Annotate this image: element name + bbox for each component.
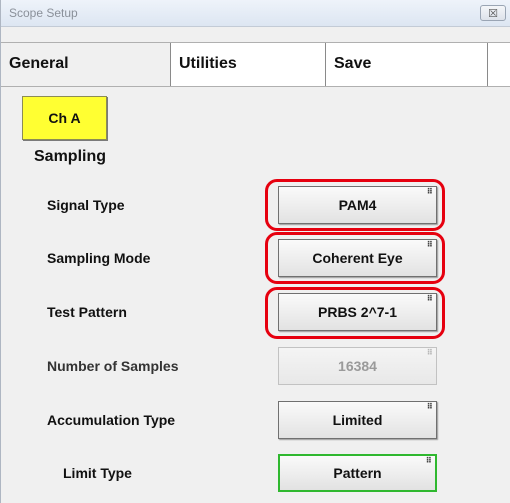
sampling-section-title: Sampling (34, 148, 107, 165)
accumulation-type-value: Limited (332, 412, 383, 428)
test-pattern-label: Test Pattern (47, 304, 127, 320)
limit-type-button[interactable]: Pattern ⠿ (278, 454, 437, 492)
grip-icon: ⠿ (426, 402, 433, 411)
grip-icon: ⠿ (426, 187, 433, 196)
close-button[interactable]: ☒ (480, 5, 506, 21)
signal-type-value: PAM4 (338, 197, 377, 213)
channel-a-button[interactable]: Ch A (22, 96, 107, 140)
window-title: Scope Setup (9, 6, 78, 20)
tab-bar: General Utilities Save (1, 42, 510, 87)
limit-type-label: Limit Type (63, 465, 132, 481)
signal-type-button[interactable]: PAM4 ⠿ (278, 186, 437, 224)
accumulation-type-button[interactable]: Limited ⠿ (278, 401, 437, 439)
limit-type-value: Pattern (333, 465, 382, 481)
accumulation-type-label: Accumulation Type (47, 412, 176, 428)
tab-utilities[interactable]: Utilities (171, 43, 326, 86)
test-pattern-button[interactable]: PRBS 2^7-1 ⠿ (278, 293, 437, 331)
test-pattern-value: PRBS 2^7-1 (318, 304, 397, 320)
tab-general[interactable]: General (1, 43, 171, 86)
title-bar[interactable]: Scope Setup ☒ (1, 0, 510, 27)
signal-type-label: Signal Type (47, 197, 125, 213)
grip-icon: ⠿ (426, 294, 433, 303)
sampling-mode-button[interactable]: Coherent Eye ⠿ (278, 239, 437, 277)
grip-icon: ⠿ (426, 240, 433, 249)
scope-setup-window: Scope Setup ☒ General Utilities Save Ch … (0, 0, 510, 503)
tab-empty (488, 43, 510, 86)
number-of-samples-label: Number of Samples (47, 358, 179, 374)
grip-icon: ⠿ (426, 348, 433, 357)
tab-save[interactable]: Save (326, 43, 488, 86)
sampling-mode-value: Coherent Eye (312, 250, 403, 266)
close-icon: ☒ (488, 6, 498, 20)
sampling-mode-label: Sampling Mode (47, 250, 151, 266)
number-of-samples-value: 16384 (338, 358, 377, 374)
grip-icon: ⠿ (425, 456, 432, 465)
number-of-samples-field: 16384 ⠿ (278, 347, 437, 385)
